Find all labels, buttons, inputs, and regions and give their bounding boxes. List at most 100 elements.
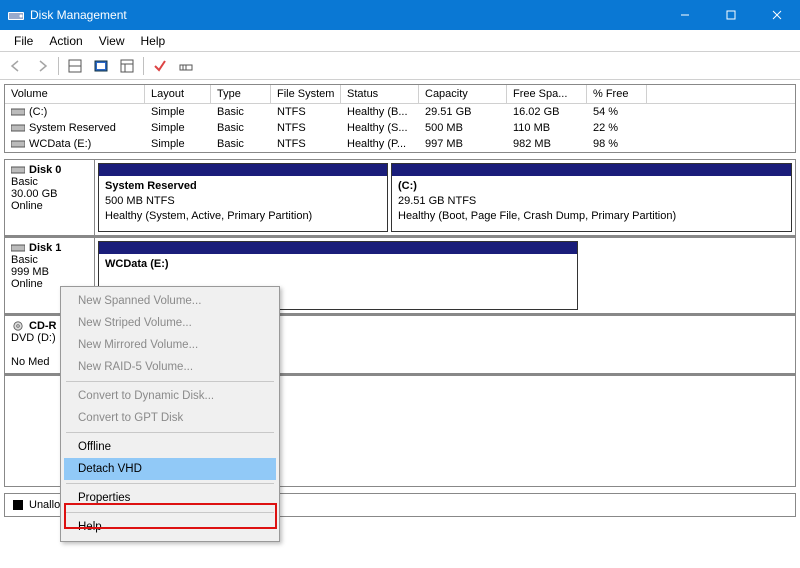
disk-icon (11, 165, 25, 175)
cd-name: CD-R (29, 320, 57, 332)
disk0-type: Basic (11, 176, 88, 188)
toolbar-separator (143, 57, 144, 75)
partition-cap: 29.51 GB NTFS (398, 194, 785, 209)
volume-status: Healthy (S... (341, 120, 419, 136)
volume-cap: 500 MB (419, 120, 507, 136)
volume-free: 16.02 GB (507, 104, 587, 120)
ctx-separator (66, 381, 274, 382)
col-type[interactable]: Type (211, 85, 271, 103)
ctx-new-striped: New Striped Volume... (64, 312, 276, 334)
volume-pfree: 98 % (587, 136, 647, 152)
title-bar: Disk Management (0, 0, 800, 30)
volume-name: System Reserved (29, 122, 116, 134)
window-title: Disk Management (30, 8, 662, 22)
volume-name: WCData (E:) (29, 138, 91, 150)
volume-type: Basic (211, 104, 271, 120)
back-button (4, 55, 28, 77)
disk1-name: Disk 1 (29, 242, 61, 254)
volume-row[interactable]: (C:) Simple Basic NTFS Healthy (B... 29.… (5, 104, 795, 120)
volume-pfree: 22 % (587, 120, 647, 136)
menu-view[interactable]: View (91, 32, 133, 50)
menu-bar: File Action View Help (0, 30, 800, 52)
close-button[interactable] (754, 0, 800, 30)
ctx-convert-dynamic: Convert to Dynamic Disk... (64, 385, 276, 407)
ctx-help[interactable]: Help (64, 516, 276, 538)
partition-system-reserved[interactable]: System Reserved 500 MB NTFS Healthy (Sys… (98, 163, 388, 232)
menu-help[interactable]: Help (133, 32, 174, 50)
volume-fs: NTFS (271, 104, 341, 120)
app-icon (8, 8, 24, 22)
volume-fs: NTFS (271, 120, 341, 136)
disk1-size: 999 MB (11, 266, 88, 278)
swatch-unallocated (13, 500, 23, 510)
col-filesystem[interactable]: File System (271, 85, 341, 103)
volume-type: Basic (211, 120, 271, 136)
volume-row[interactable]: WCData (E:) Simple Basic NTFS Healthy (P… (5, 136, 795, 152)
volume-cap: 29.51 GB (419, 104, 507, 120)
disk0-info[interactable]: Disk 0 Basic 30.00 GB Online (5, 160, 95, 235)
volume-pfree: 54 % (587, 104, 647, 120)
ctx-offline[interactable]: Offline (64, 436, 276, 458)
ctx-properties[interactable]: Properties (64, 487, 276, 509)
partition-status: Healthy (System, Active, Primary Partiti… (105, 209, 381, 224)
ctx-separator (66, 483, 274, 484)
volume-status: Healthy (P... (341, 136, 419, 152)
ctx-convert-gpt: Convert to GPT Disk (64, 407, 276, 429)
col-layout[interactable]: Layout (145, 85, 211, 103)
disk0-name: Disk 0 (29, 164, 61, 176)
ctx-separator (66, 432, 274, 433)
ctx-separator (66, 512, 274, 513)
partition-name: WCData (E:) (105, 257, 571, 272)
volume-layout: Simple (145, 120, 211, 136)
volume-list-header: Volume Layout Type File System Status Ca… (5, 85, 795, 104)
disk0-size: 30.00 GB (11, 188, 88, 200)
volume-list: Volume Layout Type File System Status Ca… (4, 84, 796, 153)
refresh-button[interactable] (89, 55, 113, 77)
drive-icon (11, 107, 25, 117)
disk0-state: Online (11, 200, 88, 212)
volume-row[interactable]: System Reserved Simple Basic NTFS Health… (5, 120, 795, 136)
volume-free: 982 MB (507, 136, 587, 152)
disk1-type: Basic (11, 254, 88, 266)
partition-bar (99, 242, 577, 254)
volume-layout: Simple (145, 104, 211, 120)
drive-icon (11, 139, 25, 149)
col-status[interactable]: Status (341, 85, 419, 103)
volume-free: 110 MB (507, 120, 587, 136)
menu-file[interactable]: File (6, 32, 41, 50)
context-menu: New Spanned Volume... New Striped Volume… (60, 286, 280, 542)
volume-cap: 997 MB (419, 136, 507, 152)
toolbar (0, 52, 800, 80)
disk-row-0: Disk 0 Basic 30.00 GB Online System Rese… (5, 160, 795, 238)
toolbar-separator (58, 57, 59, 75)
cd-icon (11, 321, 25, 331)
volume-fs: NTFS (271, 136, 341, 152)
partition-c[interactable]: (C:) 29.51 GB NTFS Healthy (Boot, Page F… (391, 163, 792, 232)
ctx-new-mirrored: New Mirrored Volume... (64, 334, 276, 356)
ctx-new-spanned: New Spanned Volume... (64, 290, 276, 312)
partition-name: (C:) (398, 179, 785, 194)
menu-action[interactable]: Action (41, 32, 90, 50)
ctx-new-raid5: New RAID-5 Volume... (64, 356, 276, 378)
partition-status: Healthy (Boot, Page File, Crash Dump, Pr… (398, 209, 785, 224)
tool-button-2[interactable] (148, 55, 172, 77)
col-freespace[interactable]: Free Spa... (507, 85, 587, 103)
ctx-detach-vhd[interactable]: Detach VHD (64, 458, 276, 480)
col-pctfree[interactable]: % Free (587, 85, 647, 103)
col-volume[interactable]: Volume (5, 85, 145, 103)
tool-button-3[interactable] (174, 55, 198, 77)
col-capacity[interactable]: Capacity (419, 85, 507, 103)
partition-name: System Reserved (105, 179, 381, 194)
forward-button (30, 55, 54, 77)
drive-icon (11, 123, 25, 133)
partition-bar (392, 164, 791, 176)
volume-status: Healthy (B... (341, 104, 419, 120)
partition-bar (99, 164, 387, 176)
maximize-button[interactable] (708, 0, 754, 30)
minimize-button[interactable] (662, 0, 708, 30)
volume-name: (C:) (29, 106, 47, 118)
view-large-button[interactable] (63, 55, 87, 77)
volume-layout: Simple (145, 136, 211, 152)
disk-icon (11, 243, 25, 253)
tool-button-1[interactable] (115, 55, 139, 77)
